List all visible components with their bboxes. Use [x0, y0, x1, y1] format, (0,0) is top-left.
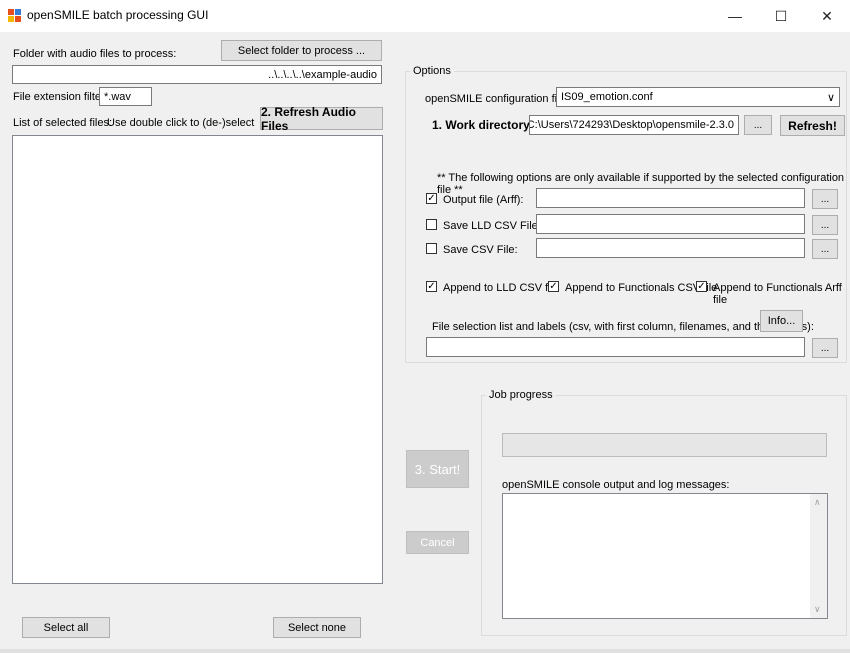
maximize-button[interactable]: ☐: [758, 0, 804, 32]
append-lld-csv-label: Append to LLD CSV file: [443, 282, 560, 294]
file-selection-field[interactable]: [426, 337, 805, 357]
save-lld-csv-label: Save LLD CSV File:: [443, 220, 541, 232]
file-list-label: List of selected files:: [13, 117, 113, 129]
chevron-down-icon: ∨: [826, 91, 835, 104]
browse-output-arff-button[interactable]: ...: [812, 189, 838, 209]
work-directory-label: 1. Work directory:: [432, 118, 534, 132]
extension-filter-input[interactable]: *.wav: [99, 87, 152, 106]
scroll-up-icon[interactable]: ∧: [814, 497, 821, 508]
console-label: openSMILE console output and log message…: [502, 479, 730, 491]
cancel-button[interactable]: Cancel: [406, 531, 469, 554]
title-bar: openSMILE batch processing GUI — ☐ ✕: [0, 0, 850, 32]
start-button[interactable]: 3. Start!: [406, 450, 469, 488]
save-csv-field[interactable]: [536, 238, 805, 258]
append-functionals-arff-label: Append to Functionals Arff file: [713, 282, 842, 306]
extension-filter-label: File extension filter:: [13, 91, 108, 103]
scroll-down-icon[interactable]: ∨: [814, 604, 821, 615]
output-arff-checkbox[interactable]: ✓: [426, 193, 437, 204]
refresh-audio-files-button[interactable]: 2. Refresh Audio Files: [260, 105, 383, 133]
info-button[interactable]: Info...: [760, 310, 803, 332]
output-arff-field[interactable]: [536, 188, 805, 208]
console-scrollbar[interactable]: ∧ ∨: [810, 494, 827, 618]
job-progress-bar: [502, 433, 827, 457]
append-functionals-csv-label: Append to Functionals CSV file: [565, 282, 718, 294]
browse-csv-button[interactable]: ...: [812, 239, 838, 259]
select-folder-button[interactable]: Select folder to process ...: [221, 40, 382, 61]
save-csv-checkbox[interactable]: [426, 243, 437, 254]
audio-file-list[interactable]: [12, 135, 383, 584]
append-functionals-arff-checkbox[interactable]: ✓: [696, 281, 707, 292]
console-output[interactable]: ∧ ∨: [502, 493, 828, 619]
append-lld-csv-checkbox[interactable]: ✓: [426, 281, 437, 292]
refresh-config-button[interactable]: Refresh!: [780, 115, 845, 136]
work-directory-field[interactable]: C:\Users\724293\Desktop\opensmile-2.3.0: [529, 115, 739, 135]
file-selection-label: File selection list and labels (csv, wit…: [432, 321, 814, 333]
bottom-edge: [0, 649, 850, 653]
close-button[interactable]: ✕: [804, 0, 850, 32]
job-progress-legend: Job progress: [486, 389, 556, 401]
folder-path-field[interactable]: ..\..\..\..\example-audio: [12, 65, 382, 84]
file-list-hint: Use double click to (de-)select: [107, 117, 255, 129]
output-arff-label: Output file (Arff):: [443, 194, 524, 206]
select-none-button[interactable]: Select none: [273, 617, 361, 638]
app-icon: [8, 9, 21, 22]
save-lld-csv-field[interactable]: [536, 214, 805, 234]
select-all-button[interactable]: Select all: [22, 617, 110, 638]
folder-label: Folder with audio files to process:: [13, 48, 177, 60]
save-csv-label: Save CSV File:: [443, 244, 518, 256]
config-file-select[interactable]: IS09_emotion.conf ∨: [556, 87, 840, 107]
browse-file-selection-button[interactable]: ...: [812, 338, 838, 358]
save-lld-csv-checkbox[interactable]: [426, 219, 437, 230]
minimize-button[interactable]: —: [712, 0, 758, 32]
config-file-value: IS09_emotion.conf: [561, 91, 653, 103]
options-legend: Options: [410, 65, 454, 77]
window-title: openSMILE batch processing GUI: [27, 8, 209, 22]
append-functionals-csv-checkbox[interactable]: ✓: [548, 281, 559, 292]
config-file-label: openSMILE configuration file:: [425, 93, 569, 105]
browse-lld-csv-button[interactable]: ...: [812, 215, 838, 235]
browse-work-directory-button[interactable]: ...: [744, 115, 772, 135]
